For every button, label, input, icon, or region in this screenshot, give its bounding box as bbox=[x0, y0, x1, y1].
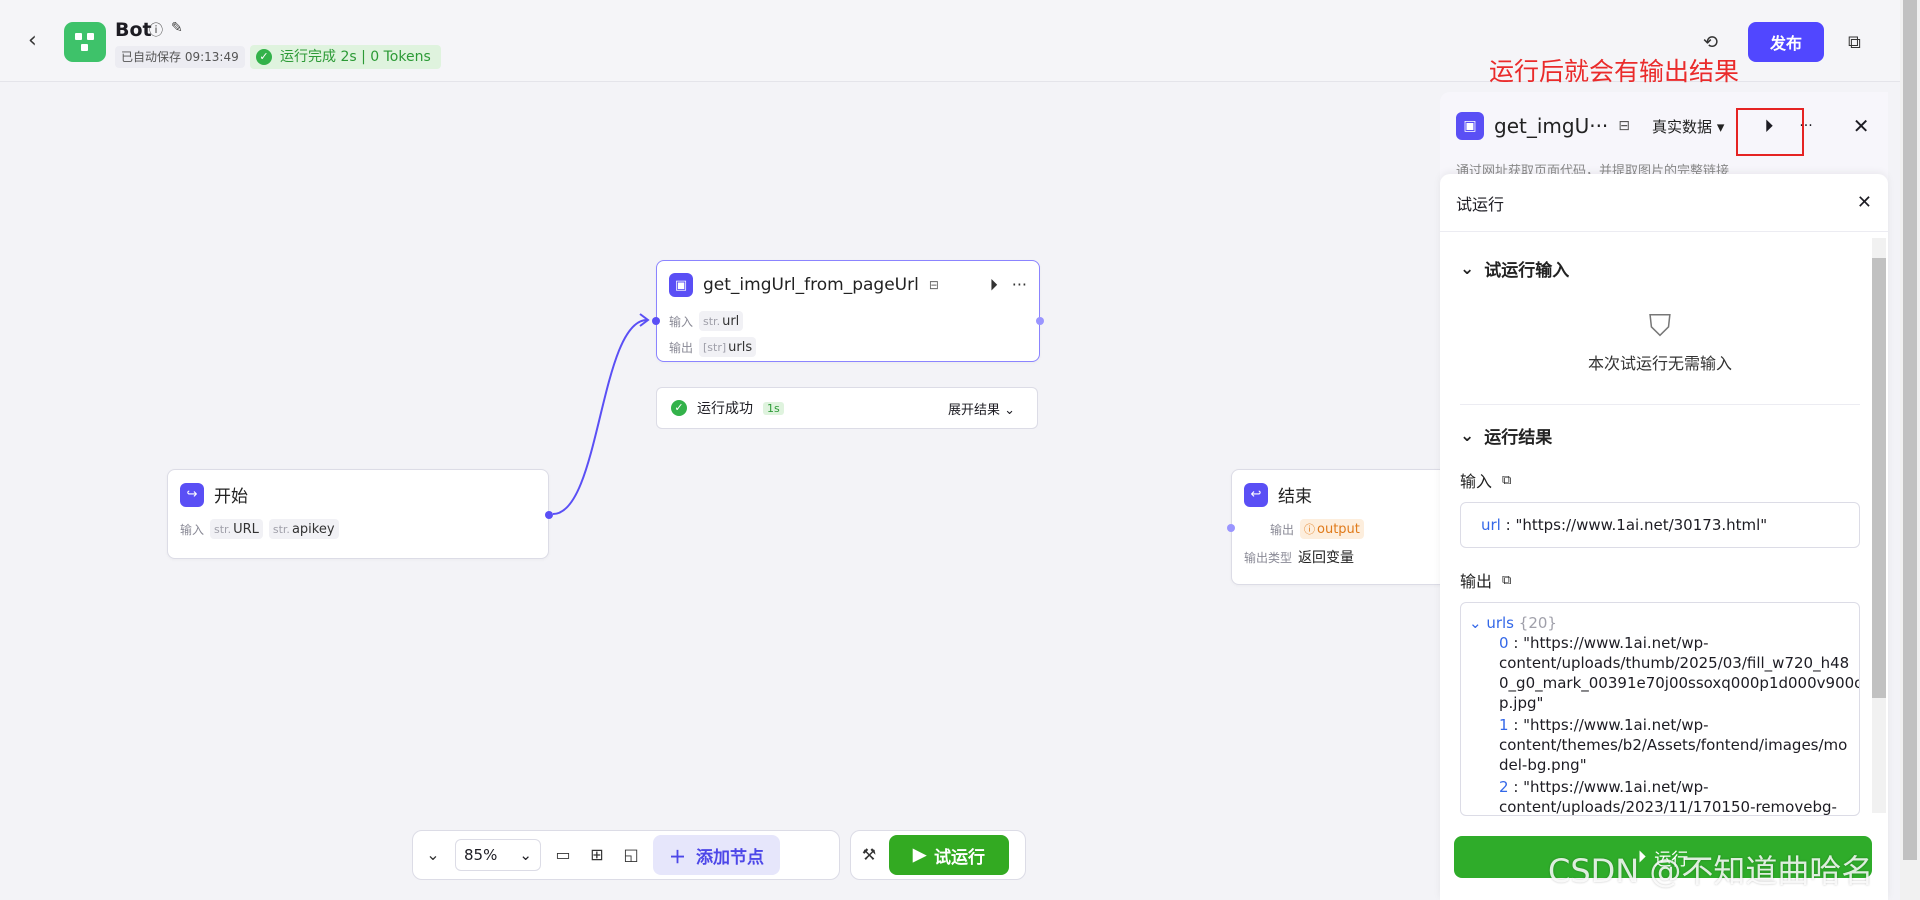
run-status-badge: ✓ 运行完成 2s | 0 Tokens bbox=[250, 45, 441, 69]
input-label: 输入 bbox=[669, 314, 694, 329]
cube-icon: ▣ bbox=[669, 273, 693, 297]
close-icon[interactable]: ✕ bbox=[1857, 192, 1872, 213]
wrench-icon[interactable]: ⚒ bbox=[857, 843, 881, 867]
output-type-label: 输出类型 bbox=[1244, 550, 1293, 565]
minimap-icon[interactable]: ◱ bbox=[619, 843, 643, 867]
run-result-section[interactable]: ⌄ 运行结果 bbox=[1460, 423, 1860, 449]
end-icon: ↩ bbox=[1244, 482, 1268, 507]
time-badge: 1s bbox=[763, 401, 784, 415]
list-item: 1 : "https://www.1ai.net/wp- bbox=[1499, 716, 1709, 734]
cube-icon: ▣ bbox=[1456, 112, 1484, 140]
chevron-down-icon: ⌄ bbox=[1460, 425, 1475, 446]
copy-icon[interactable]: ⧉ bbox=[1502, 573, 1511, 588]
mouse-icon[interactable]: ⌄ bbox=[421, 843, 445, 867]
input-label: 输入 bbox=[1460, 472, 1493, 491]
scrollbar-thumb[interactable] bbox=[1872, 258, 1886, 698]
trial-input-section[interactable]: ⌄ 试运行输入 bbox=[1460, 256, 1860, 282]
check-icon: ✓ bbox=[256, 49, 272, 65]
info-icon[interactable]: ⓘ bbox=[149, 20, 165, 39]
input-port[interactable] bbox=[652, 317, 660, 325]
store-icon: ⊟ bbox=[1618, 118, 1631, 134]
check-icon: ✓ bbox=[671, 400, 687, 416]
play-icon: ▶ bbox=[912, 845, 927, 864]
start-node[interactable]: ↪ 开始 输入 str. URL str. apikey bbox=[167, 469, 553, 559]
zoom-select[interactable]: 85% ⌄ bbox=[455, 839, 541, 871]
zoom-value: 85% bbox=[464, 846, 498, 864]
start-node-title: 开始 bbox=[214, 487, 248, 507]
chevron-down-icon: ⌄ bbox=[519, 846, 532, 864]
add-node-button[interactable]: ＋ 添加节点 bbox=[653, 835, 780, 875]
chevron-down-icon: ⌄ bbox=[1460, 258, 1475, 279]
input-label: 输入 bbox=[180, 522, 205, 537]
panel-title: get_imgU··· bbox=[1494, 114, 1609, 138]
status-text: 运行成功 bbox=[697, 401, 753, 417]
tool-node[interactable]: ▣ get_imgUrl_from_pageUrl ⊟ ⏵ ··· 输入 str… bbox=[652, 260, 1044, 362]
end-node[interactable]: ↩ 结束 输出 ⓘ output 输出类型 返回变量 bbox=[1227, 469, 1471, 585]
workflow-app-icon bbox=[64, 22, 106, 62]
param-tag: str. url bbox=[699, 311, 744, 331]
output-label: 输出 bbox=[1460, 572, 1493, 591]
expand-result-button[interactable]: 展开结果 ⌄ bbox=[948, 399, 1015, 418]
duplicate-icon[interactable]: ⧉ bbox=[1848, 32, 1868, 53]
output-port[interactable] bbox=[1036, 317, 1044, 325]
play-icon[interactable]: ⏵ bbox=[990, 275, 998, 295]
empty-box-icon: ⛉ bbox=[1648, 309, 1672, 344]
edit-icon[interactable]: ✎ bbox=[171, 20, 187, 36]
trial-run-panel: 试运行 ✕ ⌄ 试运行输入 ⛉ 本次试运行无需输入 ⌄ 运行结果 输入 ⧉ ur… bbox=[1440, 174, 1888, 900]
app-name: Bot bbox=[115, 19, 152, 41]
back-arrow-icon[interactable]: ‹ bbox=[28, 30, 50, 52]
output-type-value: 返回变量 bbox=[1298, 550, 1355, 566]
list-item: 0 : "https://www.1ai.net/wp- bbox=[1499, 634, 1709, 652]
list-item: 2 : "https://www.1ai.net/wp- bbox=[1499, 778, 1709, 796]
tool-node-title: get_imgUrl_from_pageUrl bbox=[703, 275, 919, 295]
input-port[interactable] bbox=[1227, 524, 1235, 532]
run-status-text: 运行完成 2s | 0 Tokens bbox=[280, 49, 431, 65]
output-label: 输出 bbox=[669, 340, 694, 355]
run-toolbar: ⚒ ▶ 试运行 bbox=[850, 830, 1026, 880]
store-icon: ⊟ bbox=[928, 278, 939, 292]
param-tag: str. apikey bbox=[268, 519, 339, 539]
start-icon: ↪ bbox=[180, 482, 204, 507]
publish-button[interactable]: 发布 bbox=[1748, 22, 1824, 62]
output-port[interactable] bbox=[545, 511, 553, 519]
comment-icon[interactable]: ▭ bbox=[551, 843, 575, 867]
top-bar: ‹ Bot ⓘ ✎ 已自动保存 09:13:49 ✓ 运行完成 2s | 0 T… bbox=[0, 0, 1900, 86]
trial-run-button[interactable]: ▶ 试运行 bbox=[889, 835, 1009, 875]
tool-run-status: ✓ 运行成功 1s 展开结果 ⌄ bbox=[656, 387, 1038, 429]
highlight-box bbox=[1736, 108, 1804, 156]
copy-icon[interactable]: ⧉ bbox=[1502, 473, 1511, 488]
output-tag: ⓘ output bbox=[1300, 519, 1364, 539]
data-mode-select[interactable]: 真实数据 ▾ bbox=[1652, 116, 1724, 137]
trial-run-title: 试运行 bbox=[1456, 194, 1505, 214]
no-input-text: 本次试运行无需输入 bbox=[1587, 354, 1732, 373]
param-tag: [str] urls bbox=[699, 337, 757, 357]
output-label: 输出 bbox=[1270, 522, 1295, 537]
end-node-title: 结束 bbox=[1278, 487, 1312, 507]
history-icon[interactable]: ⟲ bbox=[1703, 32, 1723, 53]
close-icon[interactable]: ✕ bbox=[1853, 114, 1870, 138]
page-scrollbar-thumb[interactable] bbox=[1903, 0, 1917, 860]
result-input-box: url : "https://www.1ai.net/30173.html" bbox=[1460, 502, 1860, 548]
result-output-box: ⌄ urls {20} 0 : "https://www.1ai.net/wp-… bbox=[1460, 602, 1860, 816]
plus-icon: ＋ bbox=[669, 847, 686, 867]
canvas-toolbar: ⌄ 85% ⌄ ▭ ⊞ ◱ ＋ 添加节点 bbox=[412, 830, 840, 880]
param-tag: str. URL bbox=[210, 519, 263, 539]
more-icon[interactable]: ··· bbox=[1012, 275, 1027, 295]
layout-icon[interactable]: ⊞ bbox=[585, 843, 609, 867]
watermark: CSDN @不知道曲哈名 bbox=[1548, 852, 1874, 890]
autosave-status: 已自动保存 09:13:49 bbox=[115, 46, 245, 68]
